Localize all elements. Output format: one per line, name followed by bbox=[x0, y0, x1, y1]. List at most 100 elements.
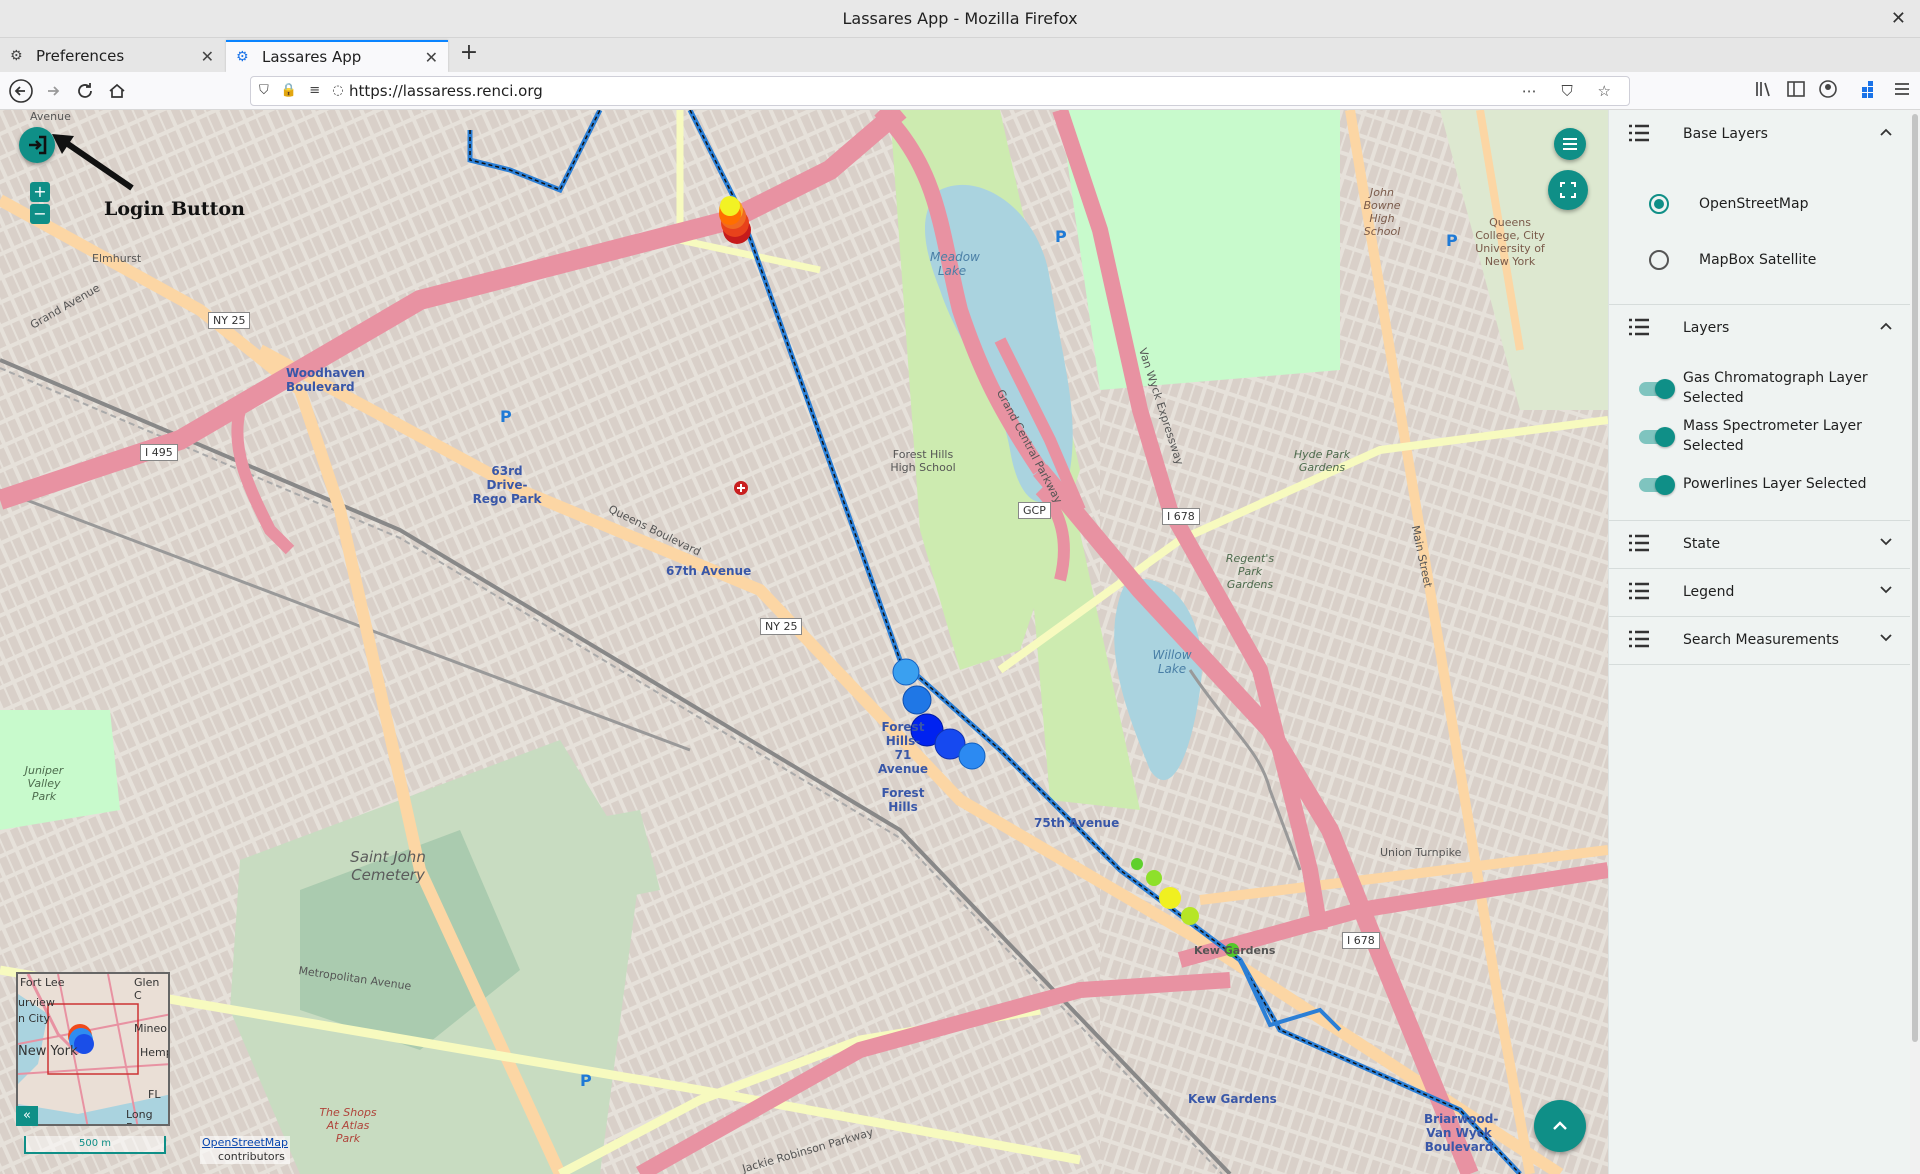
url-text[interactable]: https://lassaress.renci.org bbox=[349, 77, 543, 105]
chevron-up-icon[interactable] bbox=[1879, 304, 1893, 352]
toggle-label: Mass Spectrometer Layer Selected bbox=[1683, 418, 1862, 454]
list-icon bbox=[1629, 124, 1649, 142]
map-label: Briarwood-Van Wyck Boulevard bbox=[1424, 1112, 1499, 1154]
list-icon bbox=[1629, 582, 1649, 600]
minimap-toggle-button[interactable]: « bbox=[16, 1106, 38, 1126]
minimap-label: Mineo bbox=[134, 1022, 168, 1035]
map-label: Saint John Cemetery bbox=[350, 848, 426, 884]
forward-arrow-icon[interactable] bbox=[40, 78, 66, 104]
map-view[interactable]: P P P P Avenue Elmhurst Grand Avenue Woo… bbox=[0, 110, 1608, 1174]
map-label: Queens College, City University of New Y… bbox=[1475, 216, 1545, 268]
route-shield: NY 25 bbox=[208, 312, 251, 329]
route-shield: GCP bbox=[1018, 502, 1051, 519]
route-shield: I 678 bbox=[1342, 932, 1380, 949]
divider bbox=[1609, 664, 1911, 665]
radio-openstreetmap[interactable] bbox=[1649, 194, 1669, 214]
window-titlebar: Lassares App - Mozilla Firefox ✕ bbox=[0, 0, 1920, 38]
new-tab-button[interactable]: + bbox=[456, 40, 482, 65]
legend-header[interactable]: Legend bbox=[1609, 568, 1911, 616]
route-shield: I 678 bbox=[1162, 508, 1200, 525]
radio-label: MapBox Satellite bbox=[1699, 252, 1817, 268]
fullscreen-button[interactable] bbox=[1548, 170, 1588, 210]
layers-header[interactable]: Layers bbox=[1609, 304, 1911, 352]
map-label: Forest Hills bbox=[881, 786, 925, 814]
zoom-out-button[interactable]: − bbox=[30, 204, 50, 224]
radio-mapbox-satellite[interactable] bbox=[1649, 250, 1669, 270]
map-attribution: OpenStreetMap contributors bbox=[200, 1136, 291, 1164]
tab-close-icon[interactable]: ✕ bbox=[425, 48, 438, 67]
gas-chromatograph-markers-cluster bbox=[719, 196, 751, 244]
window-title: Lassares App - Mozilla Firefox bbox=[842, 9, 1078, 28]
site-info-icons[interactable]: ⛉ 🔒 ≡ ◌ bbox=[259, 77, 348, 105]
map-label: Avenue bbox=[30, 110, 71, 123]
home-icon[interactable] bbox=[104, 78, 130, 104]
map-label: Forest Hills-71 Avenue bbox=[878, 720, 929, 776]
layers-panel: Base Layers OpenStreetMap MapBox Satelli… bbox=[1608, 110, 1911, 1174]
fullscreen-icon bbox=[1560, 182, 1576, 198]
tab-preferences[interactable]: ⚙ Preferences ✕ bbox=[0, 40, 224, 72]
map-label: Woodhaven Boulevard bbox=[286, 366, 366, 394]
tab-label: Lassares App bbox=[262, 48, 362, 66]
url-bar[interactable]: ⛉ 🔒 ≡ ◌ https://lassaress.renci.org ⋯ ⛉ … bbox=[250, 76, 1630, 106]
login-annotation: Login Button bbox=[104, 198, 245, 220]
menu-button[interactable] bbox=[1554, 128, 1586, 160]
base-layers-header[interactable]: Base Layers bbox=[1609, 110, 1911, 158]
chevron-down-icon[interactable] bbox=[1879, 568, 1893, 616]
chevron-down-icon[interactable] bbox=[1879, 520, 1893, 568]
extensions-icon[interactable] bbox=[1858, 78, 1882, 108]
sidebar-icon[interactable] bbox=[1784, 78, 1808, 108]
minimap-label: Glen C bbox=[134, 976, 160, 1002]
library-icon[interactable] bbox=[1752, 78, 1776, 108]
login-button[interactable] bbox=[19, 127, 55, 163]
tab-bar: ⚙ Preferences ✕ ⚙ Lassares App ✕ bbox=[0, 38, 1920, 72]
map-label: Willow Lake bbox=[1152, 648, 1192, 676]
map-label: The Shops At Atlas Park bbox=[319, 1106, 377, 1145]
section-title: Legend bbox=[1683, 584, 1735, 600]
section-title: Base Layers bbox=[1683, 126, 1768, 142]
route-shield: NY 25 bbox=[760, 618, 803, 635]
login-icon bbox=[29, 135, 47, 155]
chevron-up-icon[interactable] bbox=[1879, 110, 1893, 158]
map-label: 67th Avenue bbox=[666, 564, 752, 578]
zoom-in-button[interactable]: + bbox=[30, 182, 50, 202]
overview-minimap[interactable]: Fort Lee Glen C urview n City New York M… bbox=[16, 972, 170, 1126]
scale-bar: 500 m bbox=[24, 1136, 166, 1154]
scrollbar-thumb[interactable] bbox=[1912, 114, 1918, 1042]
search-measurements-header[interactable]: Search Measurements bbox=[1609, 616, 1911, 664]
tab-close-icon[interactable]: ✕ bbox=[201, 47, 214, 66]
minimap-label: urview bbox=[18, 996, 55, 1009]
list-icon bbox=[1629, 318, 1649, 336]
minimap-label: Long Bea bbox=[126, 1108, 153, 1124]
openstreetmap-link[interactable]: OpenStreetMap bbox=[202, 1136, 288, 1149]
route-shield: I 495 bbox=[140, 444, 178, 461]
scroll-top-button[interactable] bbox=[1534, 1100, 1586, 1152]
minimap-label: Hemp bbox=[140, 1046, 170, 1059]
page-actions-icons[interactable]: ⋯ ⛉ ☆ bbox=[1522, 77, 1621, 105]
map-label: Kew Gardens bbox=[1188, 1092, 1277, 1106]
window-close-button[interactable]: ✕ bbox=[1891, 0, 1906, 38]
tab-lassares-app[interactable]: ⚙ Lassares App ✕ bbox=[226, 40, 448, 72]
map-label: 75th Avenue bbox=[1034, 816, 1120, 830]
powerlines-toggle[interactable] bbox=[1639, 475, 1675, 495]
map-label: Regent's Park Gardens bbox=[1225, 552, 1275, 591]
map-label: Hyde Park Gardens bbox=[1293, 448, 1351, 474]
gas-chromatograph-toggle[interactable] bbox=[1639, 379, 1675, 399]
annotation-arrow-icon bbox=[52, 134, 134, 191]
reload-icon[interactable] bbox=[72, 78, 98, 104]
minimap-label: New York bbox=[18, 1044, 78, 1059]
map-label: Kew Gardens bbox=[1194, 944, 1276, 957]
section-title: Layers bbox=[1683, 320, 1730, 336]
back-arrow-icon[interactable] bbox=[8, 78, 34, 104]
chevron-up-icon bbox=[1553, 1121, 1567, 1130]
account-icon[interactable] bbox=[1816, 78, 1840, 108]
state-header[interactable]: State bbox=[1609, 520, 1911, 568]
tab-label: Preferences bbox=[36, 47, 125, 65]
hamburger-menu-icon[interactable] bbox=[1890, 78, 1914, 108]
mass-spectrometer-toggle[interactable] bbox=[1639, 427, 1675, 447]
chevron-down-icon[interactable] bbox=[1879, 616, 1893, 664]
minimap-label: FL bbox=[148, 1088, 161, 1101]
page-scrollbar[interactable] bbox=[1910, 110, 1920, 1174]
nav-toolbar: ⛉ 🔒 ≡ ◌ https://lassaress.renci.org ⋯ ⛉ … bbox=[0, 72, 1920, 110]
list-icon bbox=[1629, 534, 1649, 552]
toggle-label: Powerlines Layer Selected bbox=[1683, 476, 1867, 492]
